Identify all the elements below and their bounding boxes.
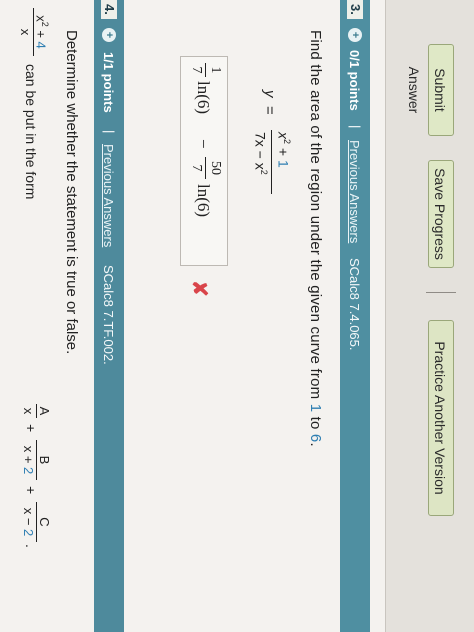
form-fraction-a: A x (21, 404, 52, 418)
assignment-page: Submit Answer Save Progress Practice Ano… (0, 0, 474, 632)
statement-period: . (23, 544, 39, 548)
prompt-to: to (307, 412, 324, 434)
header-separator: | (348, 125, 363, 129)
fraction-bar (271, 130, 272, 194)
equation-equals: = (261, 106, 278, 115)
plus-circle-icon[interactable]: + (102, 28, 116, 42)
fraction-denominator: x (17, 28, 33, 36)
points-label: 1/1 points (101, 52, 116, 113)
header-separator: | (102, 130, 117, 134)
prompt-text: Find the area of the region under the gi… (307, 30, 324, 404)
question-code: SCalc8 7.TF.002. (101, 265, 116, 365)
toolbar: Submit Answer Save Progress Practice Ano… (385, 0, 474, 632)
statement-text: can be put in the form (23, 64, 39, 200)
question-number: 3. (347, 0, 363, 19)
den-const: 2 (21, 467, 36, 475)
question-4-header: 4. + 1/1 points | Previous Answers SCalc… (94, 0, 124, 632)
equation-lhs: y (261, 90, 278, 98)
num-plus: + (33, 26, 49, 42)
den-text: 7x − x (252, 132, 269, 170)
fraction-numerator: A (37, 406, 52, 416)
fraction-denominator: x (21, 407, 36, 415)
fraction-denominator: x − 2 (21, 502, 36, 542)
answer-field[interactable]: 1 7 ln(6) − 50 7 ln(6) (180, 56, 228, 266)
fraction-denominator: 7 (189, 164, 204, 172)
previous-answers-link[interactable]: Previous Answers (347, 140, 362, 243)
fraction-numerator: 1 (208, 66, 223, 74)
num-var: x (275, 132, 292, 139)
plus-circle-icon[interactable]: + (348, 28, 362, 42)
answer-fraction-2: 50 7 (188, 157, 223, 179)
toolbar-divider (426, 292, 456, 293)
curve-equation: y = x2 + 1 7x − x2 (238, 90, 298, 350)
question-4-prompt: Determine whether the statement is true … (63, 30, 80, 355)
equation-denominator: 7x − x2 (252, 132, 269, 175)
num-const: 1 (275, 159, 292, 168)
form-fraction-c: C x − 2 (21, 502, 52, 542)
statement-fraction: x2 + 4 x (18, 8, 52, 56)
points-label: 0/1 points (347, 50, 362, 111)
answer-log-2: ln(6) (194, 184, 213, 218)
den-exp: 2 (259, 169, 269, 175)
answer-log-1: ln(6) (194, 81, 213, 115)
question-code: SCalc8 7.4.065. (347, 258, 362, 351)
form-plus: + (23, 486, 39, 495)
submit-answer-button[interactable]: Submit Answer (406, 44, 454, 136)
practice-another-version-button[interactable]: Practice Another Version (428, 320, 454, 516)
num-const: 4 (33, 41, 49, 49)
answer-fraction-1: 1 7 (188, 63, 223, 77)
question-4-statement: x2 + 4 x can be put in the form A x + B … (0, 8, 56, 628)
fraction-bar (205, 157, 206, 179)
save-progress-button[interactable]: Save Progress (428, 160, 454, 268)
prompt-period: . (307, 442, 324, 447)
fraction-numerator: 50 (208, 161, 223, 175)
question-number: 4. (101, 0, 117, 19)
fraction-numerator: C (37, 517, 52, 527)
form-plus: + (23, 424, 39, 433)
fraction-numerator: B (37, 455, 52, 465)
answer-minus: − (194, 139, 213, 149)
incorrect-mark-icon: ✘ (188, 280, 210, 297)
fraction-numerator: x2 + 4 (34, 8, 52, 56)
den-var: x + (21, 445, 36, 468)
bound-lower: 1 (307, 403, 324, 413)
fraction-denominator: x + 2 (21, 440, 36, 480)
den-const: 2 (21, 529, 36, 537)
form-fraction-b: B x + 2 (21, 440, 52, 480)
equation-numerator: x2 + 1 (275, 132, 292, 168)
fraction-bar (205, 63, 206, 77)
question-3-prompt: Find the area of the region under the gi… (307, 30, 324, 447)
previous-answers-link[interactable]: Previous Answers (101, 144, 116, 247)
question-3-header: 3. + 0/1 points | Previous Answers SCalc… (340, 0, 370, 632)
den-var: x − (21, 507, 36, 530)
fraction-denominator: 7 (189, 66, 204, 74)
num-plus: + (275, 144, 292, 160)
